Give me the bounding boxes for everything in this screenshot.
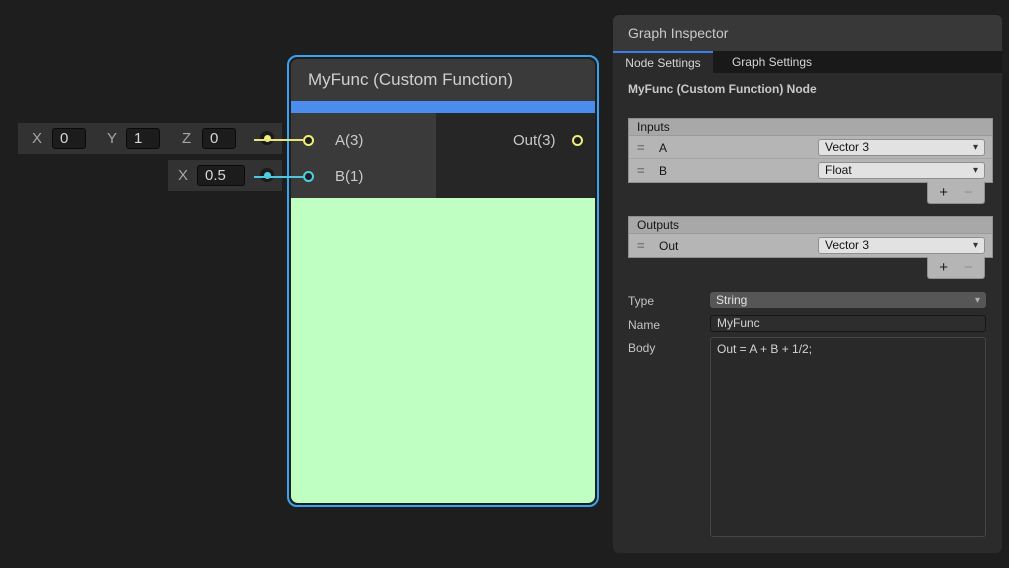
node-preview <box>291 198 595 503</box>
vector3-connector-socket[interactable] <box>260 131 274 145</box>
input-port-a-icon[interactable] <box>303 135 314 146</box>
edge-vector3-to-a[interactable] <box>254 139 303 141</box>
node-title-accent-bar <box>291 101 595 113</box>
vector3-input-widget: X 0 Y 1 Z 0 <box>18 123 282 154</box>
float-connector-socket[interactable] <box>260 168 274 182</box>
input-port-b-icon[interactable] <box>303 171 314 182</box>
edge-float-to-b[interactable] <box>254 176 303 178</box>
input-a-type-dropdown[interactable]: Vector 3 ▾ <box>818 139 985 156</box>
inputs-section-header: Inputs <box>629 119 992 136</box>
outputs-section: Outputs = Out Vector 3 ▾ <box>628 216 993 258</box>
vector3-x-field[interactable]: 0 <box>52 128 86 149</box>
name-field[interactable]: MyFunc <box>710 315 986 332</box>
type-label: Type <box>628 294 654 308</box>
body-textarea[interactable]: Out = A + B + 1/2; <box>710 337 986 537</box>
drag-handle-icon[interactable]: = <box>637 238 645 253</box>
add-output-button[interactable]: + <box>939 259 948 276</box>
input-row-a[interactable]: = A Vector 3 ▾ <box>629 136 992 159</box>
inspector-title[interactable]: Graph Inspector <box>613 15 1002 51</box>
name-label: Name <box>628 318 660 332</box>
add-input-button[interactable]: + <box>939 184 948 201</box>
input-a-name: A <box>659 141 667 155</box>
output-out-type-value: Vector 3 <box>825 238 869 252</box>
node-ports-area: A(3) B(1) Out(3) <box>291 113 595 198</box>
output-port-out-label: Out(3) <box>513 132 556 149</box>
outputs-add-remove-bar: + − <box>927 257 985 279</box>
chevron-down-icon: ▾ <box>973 163 978 178</box>
node-content: MyFunc (Custom Function) A(3) B(1) Out(3… <box>291 59 595 503</box>
float-x-field[interactable]: 0.5 <box>197 165 245 186</box>
vector3-y-label: Y <box>107 130 117 147</box>
drag-handle-icon[interactable]: = <box>637 140 645 155</box>
chevron-down-icon: ▾ <box>973 140 978 155</box>
drag-handle-icon[interactable]: = <box>637 163 645 178</box>
chevron-down-icon: ▾ <box>975 293 980 309</box>
chevron-down-icon: ▾ <box>973 238 978 253</box>
output-row-out[interactable]: = Out Vector 3 ▾ <box>629 234 992 257</box>
input-port-b-label: B(1) <box>335 168 363 185</box>
input-b-type-value: Float <box>825 163 852 177</box>
vector3-z-label: Z <box>182 130 191 147</box>
remove-input-button[interactable]: − <box>964 184 973 201</box>
tab-node-settings[interactable]: Node Settings <box>613 51 713 73</box>
graph-inspector-panel: Graph Inspector Node Settings Graph Sett… <box>613 15 1002 553</box>
body-label: Body <box>628 341 655 355</box>
tab-graph-settings[interactable]: Graph Settings <box>717 51 827 73</box>
input-b-name: B <box>659 164 667 178</box>
inspector-tabstrip: Node Settings Graph Settings <box>613 51 1002 73</box>
remove-output-button[interactable]: − <box>964 259 973 276</box>
output-port-out-icon[interactable] <box>572 135 583 146</box>
vector3-z-field[interactable]: 0 <box>202 128 236 149</box>
inputs-section: Inputs = A Vector 3 ▾ = B Float ▾ <box>628 118 993 183</box>
node-input-ports-panel <box>291 113 436 198</box>
outputs-section-header: Outputs <box>629 217 992 234</box>
input-row-b[interactable]: = B Float ▾ <box>629 159 992 182</box>
inputs-add-remove-bar: + − <box>927 182 985 204</box>
type-value: String <box>716 293 747 307</box>
type-dropdown[interactable]: String ▾ <box>710 292 986 308</box>
custom-function-node[interactable]: MyFunc (Custom Function) A(3) B(1) Out(3… <box>287 55 599 507</box>
output-out-name: Out <box>659 239 678 253</box>
node-title[interactable]: MyFunc (Custom Function) <box>291 59 595 101</box>
float-x-label: X <box>178 167 188 184</box>
input-port-a-label: A(3) <box>335 132 363 149</box>
inspector-node-heading: MyFunc (Custom Function) Node <box>628 82 817 96</box>
input-a-type-value: Vector 3 <box>825 140 869 154</box>
output-out-type-dropdown[interactable]: Vector 3 ▾ <box>818 237 985 254</box>
vector3-y-field[interactable]: 1 <box>126 128 160 149</box>
vector3-x-label: X <box>32 130 42 147</box>
input-b-type-dropdown[interactable]: Float ▾ <box>818 162 985 179</box>
